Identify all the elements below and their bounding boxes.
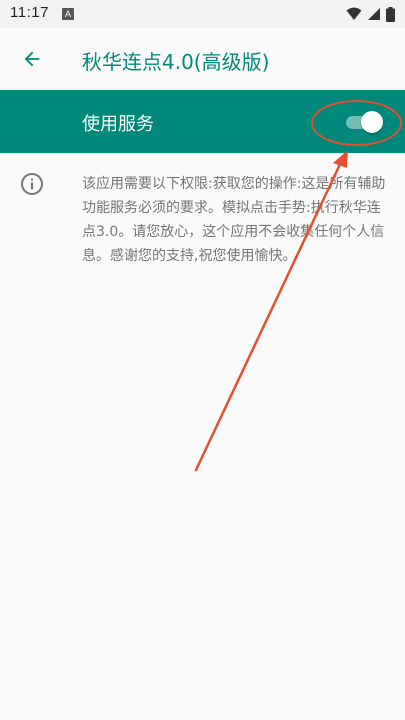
use-service-bar[interactable]: 使用服务: [0, 90, 405, 153]
status-icons: [346, 6, 395, 22]
signal-icon: [368, 8, 380, 20]
status-time: 11:17: [10, 4, 49, 21]
screen: 11:17 A 秋华连点4.0(高级版) 使用服务 该应用需要以下权限:获取您的…: [0, 0, 405, 720]
use-service-toggle[interactable]: [344, 111, 384, 133]
back-button[interactable]: [14, 41, 50, 77]
toggle-thumb: [361, 111, 383, 133]
arrow-left-icon: [24, 51, 40, 67]
status-bar: 11:17 A: [0, 0, 405, 28]
battery-icon: [386, 6, 395, 22]
info-icon: [21, 173, 43, 195]
use-service-label: 使用服务: [82, 114, 154, 135]
bottom-edge: [0, 712, 405, 720]
page-title: 秋华连点4.0(高级版): [82, 50, 270, 74]
permission-description: 该应用需要以下权限:获取您的操作:这是所有辅助功能服务必须的要求。模拟点击手势:…: [82, 176, 386, 264]
wifi-icon: [346, 7, 362, 20]
notification-a-icon: A: [62, 8, 74, 20]
app-bar: 秋华连点4.0(高级版): [0, 28, 405, 90]
